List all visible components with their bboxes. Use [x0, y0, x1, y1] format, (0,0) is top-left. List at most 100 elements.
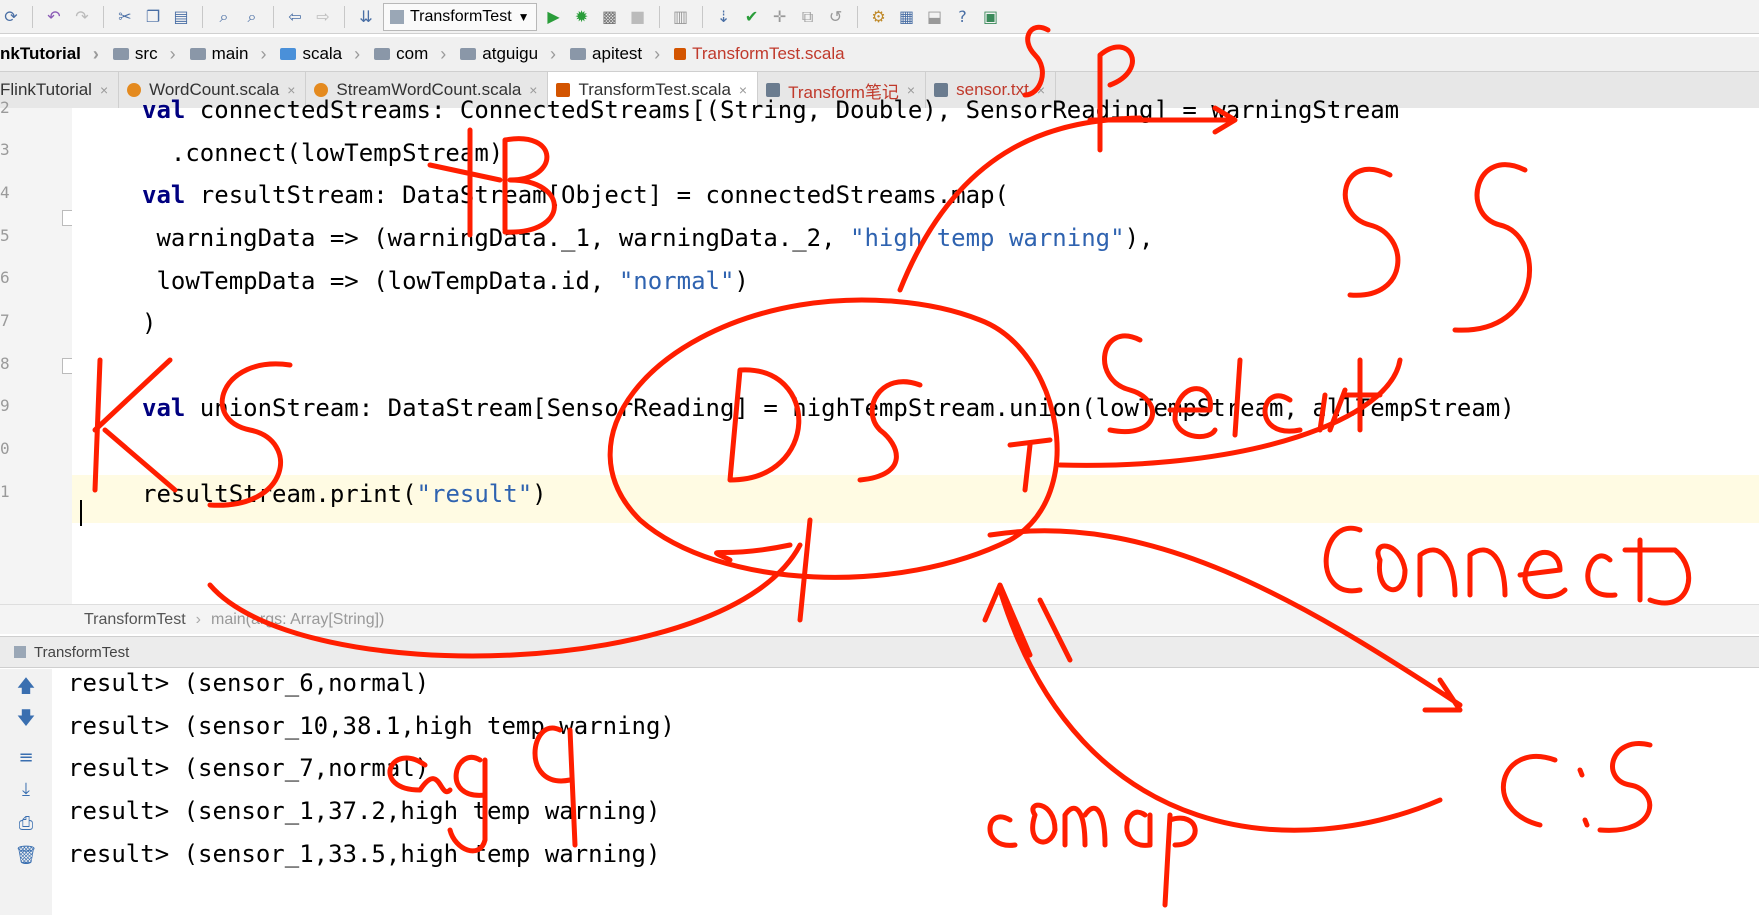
find-icon[interactable]: ⌕	[213, 6, 235, 28]
line-number: 2	[0, 98, 10, 117]
editor-breadcrumb: TransformTest › main(args: Array[String]…	[0, 604, 1759, 634]
run-icon[interactable]: ▶	[543, 6, 565, 28]
line-number: 6	[0, 268, 10, 287]
vcs-update-icon[interactable]: ⇣	[713, 6, 735, 28]
plugin-icon[interactable]: ▣	[980, 6, 1002, 28]
code-text: unionStream: DataStream[SensorReading] =…	[185, 394, 1515, 422]
folder-icon	[189, 48, 206, 60]
main-toolbar: ⟳ ↶ ↷ ✂ ❐ ▤ ⌕ ⌕ ⇦ ⇨ ⇊ TransformTest ▼ ▶ …	[0, 0, 1759, 34]
copy-icon[interactable]: ❐	[142, 6, 164, 28]
keyword: val	[142, 96, 186, 124]
code-line: )	[142, 309, 157, 337]
structure-icon[interactable]: ▥	[670, 6, 692, 28]
run-config-label: TransformTest	[410, 7, 512, 25]
chevron-right-icon: ›	[654, 43, 661, 64]
navigation-breadcrumb: nkTutorial › src › main › scala › com › atgui…	[0, 37, 1759, 72]
clear-all-icon[interactable]: 🗑	[14, 843, 38, 867]
breadcrumb-label: nkTutorial	[0, 44, 81, 63]
line-number: 5	[0, 226, 10, 245]
console-line: result> (sensor_10,38.1,high temp warnin…	[68, 712, 675, 740]
breadcrumb-scala[interactable]: scala ›	[274, 37, 368, 71]
scala-file-icon	[674, 48, 687, 60]
code-text: ),	[1124, 224, 1154, 252]
coverage-icon[interactable]: ▩	[599, 6, 621, 28]
console-toolbar: 🡅 🡇 ≡ ⤓ ⎙ 🗑	[0, 669, 53, 915]
tab-label: FlinkTutorial	[0, 80, 92, 99]
code-text: )	[734, 267, 749, 295]
code-editor[interactable]: val connectedStreams: ConnectedStreams[(…	[72, 96, 1759, 604]
folder-icon	[280, 48, 297, 60]
scroll-up-icon[interactable]: 🡅	[14, 676, 38, 701]
scala-object-icon	[127, 83, 142, 97]
breadcrumb-label: apitest	[592, 44, 643, 63]
console-line: result> (sensor_6,normal)	[68, 669, 430, 697]
editor-breadcrumb-object[interactable]: TransformTest	[84, 611, 186, 629]
line-number: 8	[0, 354, 10, 373]
line-number: 3	[0, 140, 10, 159]
run-configuration-select[interactable]: TransformTest ▼	[383, 2, 537, 31]
package-icon	[460, 48, 477, 60]
project-structure-icon[interactable]: ▦	[896, 6, 918, 28]
debug-icon[interactable]: ✹	[571, 6, 593, 28]
vcs-compare-icon[interactable]: ⧉	[797, 6, 819, 28]
text-caret	[80, 500, 82, 526]
soft-wrap-icon[interactable]: ≡	[14, 745, 38, 769]
console-line: result> (sensor_1,33.5,high temp warning…	[68, 840, 661, 868]
scroll-to-end-icon[interactable]: ⤓	[14, 777, 38, 801]
text-file-icon	[934, 83, 949, 97]
cut-icon[interactable]: ✂	[114, 6, 136, 28]
keyword: val	[142, 181, 186, 209]
breadcrumb-apitest[interactable]: apitest ›	[564, 37, 668, 71]
string-literal: "normal"	[618, 267, 735, 295]
code-text: resultStream: DataStream[Object] = conne…	[185, 181, 1009, 209]
code-line: warningData => (warningData._1, warningD…	[142, 224, 1153, 252]
breadcrumb-label: src	[134, 44, 158, 63]
forward-icon[interactable]: ⇨	[312, 6, 334, 28]
run-panel-header: TransformTest	[0, 636, 1759, 668]
breadcrumb-main[interactable]: main ›	[184, 37, 275, 71]
chevron-right-icon: ›	[260, 43, 267, 64]
breadcrumb-atguigu[interactable]: atguigu ›	[454, 37, 564, 71]
stop-icon[interactable]: ■	[627, 6, 649, 28]
breadcrumb-file[interactable]: TransformTest.scala	[668, 37, 852, 71]
print-icon[interactable]: ⎙	[14, 811, 38, 835]
settings-icon[interactable]: ⚙	[868, 6, 890, 28]
paste-icon[interactable]: ▤	[170, 6, 192, 28]
redo-icon[interactable]: ↷	[71, 6, 93, 28]
run-panel-title[interactable]: TransformTest	[34, 644, 129, 661]
editor-breadcrumb-method[interactable]: main(args: Array[String])	[211, 611, 384, 629]
toolbar-separator	[701, 5, 703, 28]
breadcrumb-project[interactable]: nkTutorial ›	[0, 37, 107, 71]
line-number-gutter: 2 3 4 5 6 7 8 9 0 1	[0, 98, 76, 604]
code-text: resultStream.print(	[142, 480, 417, 508]
code-line: val resultStream: DataStream[Object] = c…	[142, 181, 1009, 209]
breadcrumb-label: main	[211, 44, 249, 63]
vcs-push-icon[interactable]: ✛	[769, 6, 791, 28]
help-icon[interactable]: ?	[952, 6, 974, 28]
undo-icon[interactable]: ↶	[43, 6, 65, 28]
vcs-commit-icon[interactable]: ✔	[741, 6, 763, 28]
line-number: 7	[0, 311, 10, 330]
sync-icon[interactable]: ⟳	[0, 6, 22, 28]
toolbar-separator	[103, 5, 104, 28]
tab-flinktutorial[interactable]: FlinkTutorial ×	[0, 72, 120, 108]
vcs-revert-icon[interactable]: ↺	[825, 6, 847, 28]
breadcrumb-src[interactable]: src ›	[107, 37, 184, 71]
back-icon[interactable]: ⇦	[284, 6, 306, 28]
console-output[interactable]: result> (sensor_6,normal) result> (senso…	[52, 669, 1759, 915]
breadcrumb-label: scala	[302, 44, 343, 63]
breadcrumb-com[interactable]: com ›	[368, 37, 454, 71]
toolbar-separator	[273, 5, 274, 28]
build-icon[interactable]: ⇊	[355, 6, 377, 28]
scroll-down-icon[interactable]: 🡇	[14, 708, 38, 733]
toolbar-separator	[658, 5, 660, 28]
close-icon[interactable]: ×	[100, 82, 108, 98]
code-text: warningData => (warningData._1, warningD…	[142, 224, 851, 252]
replace-icon[interactable]: ⌕	[241, 6, 263, 28]
code-text: lowTempData => (lowTempData.id,	[142, 267, 619, 295]
string-literal: "result"	[416, 480, 533, 508]
sdk-icon[interactable]: ⬓	[924, 6, 946, 28]
scala-file-icon	[556, 83, 571, 97]
folder-icon	[112, 48, 129, 60]
run-config-icon	[390, 9, 404, 24]
